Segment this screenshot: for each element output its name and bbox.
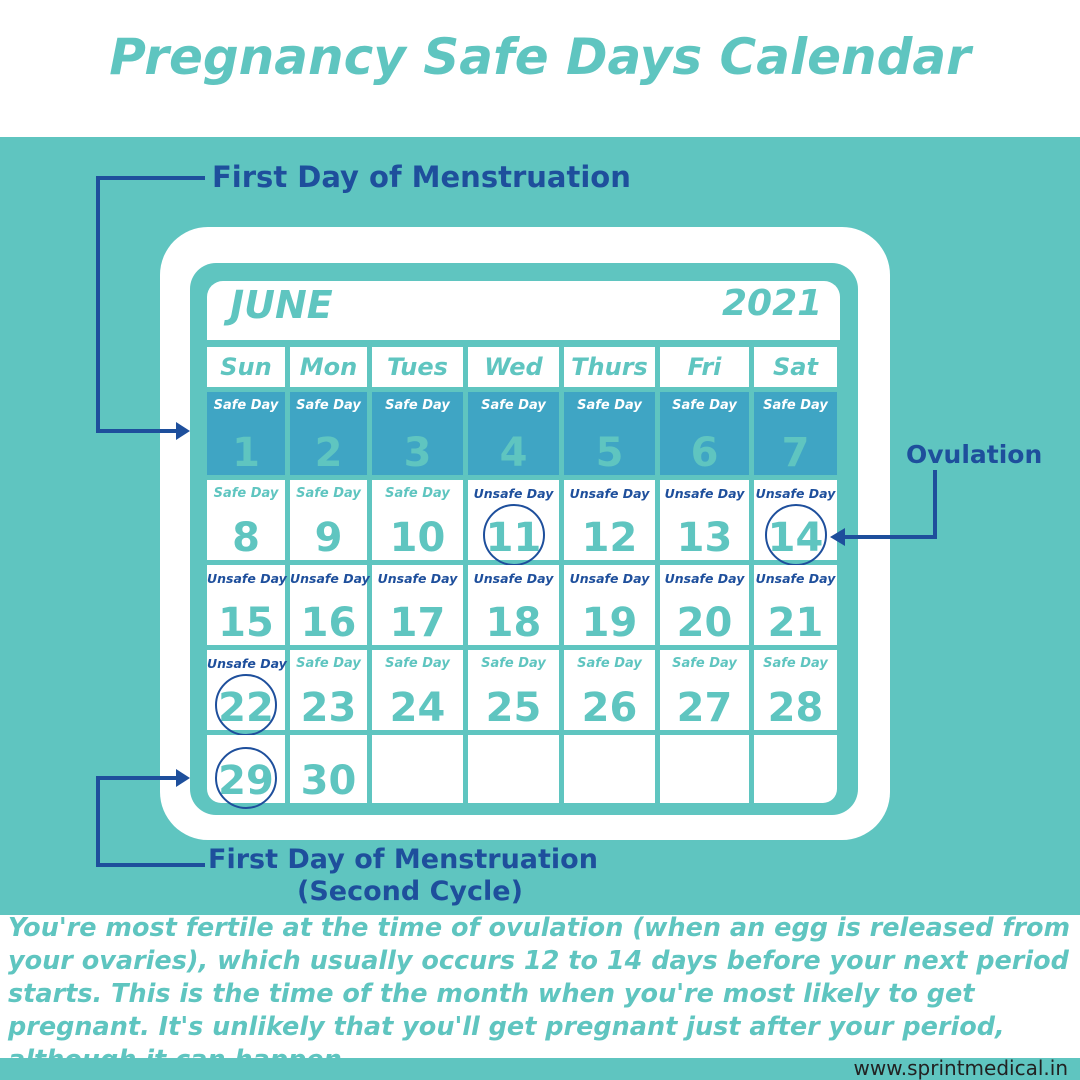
ovulation-arrow bbox=[845, 470, 937, 539]
second-cycle-subtitle: (Second Cycle) bbox=[297, 876, 523, 907]
website-link[interactable]: www.sprintmedical.in bbox=[854, 1056, 1068, 1080]
first-day-callout: First Day of Menstruation bbox=[212, 160, 631, 194]
second-cycle-callout: First Day of Menstruation bbox=[208, 844, 598, 875]
arrowhead-icon bbox=[830, 528, 845, 546]
description-text: You're most fertile at the time of ovula… bbox=[8, 913, 1071, 1075]
arrowhead-icon bbox=[176, 422, 190, 440]
ovulation-callout: Ovulation bbox=[906, 440, 1043, 469]
first-day-arrow bbox=[96, 176, 205, 433]
arrowhead-icon bbox=[176, 769, 190, 787]
second-cycle-arrow bbox=[96, 776, 205, 867]
